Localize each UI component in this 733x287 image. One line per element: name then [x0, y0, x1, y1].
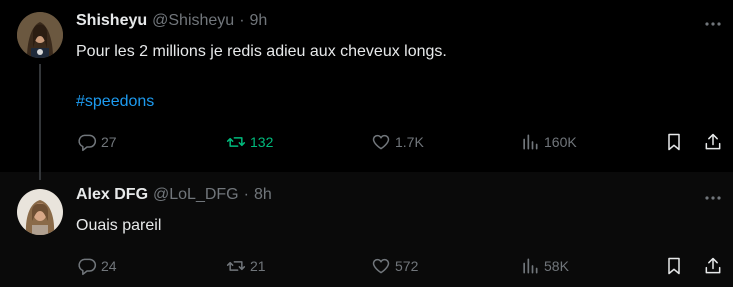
bookmark-icon	[668, 133, 680, 151]
reply-count: 27	[101, 134, 117, 150]
thread-connector-line	[39, 64, 41, 180]
like-button[interactable]: 1.7K	[371, 132, 424, 152]
reply-button[interactable]: 24	[77, 256, 117, 276]
display-name[interactable]: Alex DFG	[76, 186, 148, 204]
retweet-count: 21	[250, 258, 266, 274]
more-icon[interactable]	[702, 13, 724, 35]
share-icon	[705, 257, 721, 274]
reply-button[interactable]: 27	[77, 132, 117, 152]
handle[interactable]: @Shisheyu	[152, 12, 234, 30]
like-icon	[372, 258, 390, 274]
like-count: 1.7K	[395, 134, 424, 150]
avatar[interactable]	[17, 189, 63, 235]
retweet-icon	[226, 137, 246, 147]
hashtag-link[interactable]: #speedons	[76, 92, 154, 112]
handle[interactable]: @LoL_DFG	[153, 186, 239, 204]
tweet-header: Shisheyu @Shisheyu · 9h	[76, 12, 267, 30]
bookmark-icon	[668, 257, 680, 275]
views-icon	[523, 134, 538, 150]
share-icon	[705, 133, 721, 150]
bookmark-button[interactable]	[664, 256, 688, 276]
display-name[interactable]: Shisheyu	[76, 12, 147, 30]
share-button[interactable]	[703, 132, 727, 152]
tweet-text: Pour les 2 millions je redis adieu aux c…	[76, 43, 447, 60]
share-button[interactable]	[703, 256, 727, 276]
separator: ·	[243, 186, 249, 203]
view-count: 58K	[544, 258, 569, 274]
like-icon	[372, 134, 390, 150]
like-count: 572	[395, 258, 419, 274]
reply-icon	[78, 134, 97, 152]
timestamp[interactable]: 9h	[250, 12, 268, 30]
views-icon	[523, 258, 538, 274]
view-count: 160K	[544, 134, 577, 150]
reply-count: 24	[101, 258, 117, 274]
avatar[interactable]	[17, 12, 63, 58]
retweet-icon	[226, 261, 246, 271]
reply-icon	[78, 258, 97, 276]
separator: ·	[239, 12, 245, 29]
retweet-button[interactable]: 132	[226, 132, 273, 152]
like-button[interactable]: 572	[371, 256, 418, 276]
more-icon[interactable]	[702, 187, 724, 209]
retweet-count: 132	[250, 134, 274, 150]
tweet-text: Ouais pareil	[76, 217, 162, 234]
tweet-header: Alex DFG @LoL_DFG · 8h	[76, 186, 272, 204]
views-button[interactable]: 160K	[520, 132, 577, 152]
bookmark-button[interactable]	[664, 132, 688, 152]
timestamp[interactable]: 8h	[254, 186, 272, 204]
retweet-button[interactable]: 21	[226, 256, 266, 276]
views-button[interactable]: 58K	[520, 256, 569, 276]
